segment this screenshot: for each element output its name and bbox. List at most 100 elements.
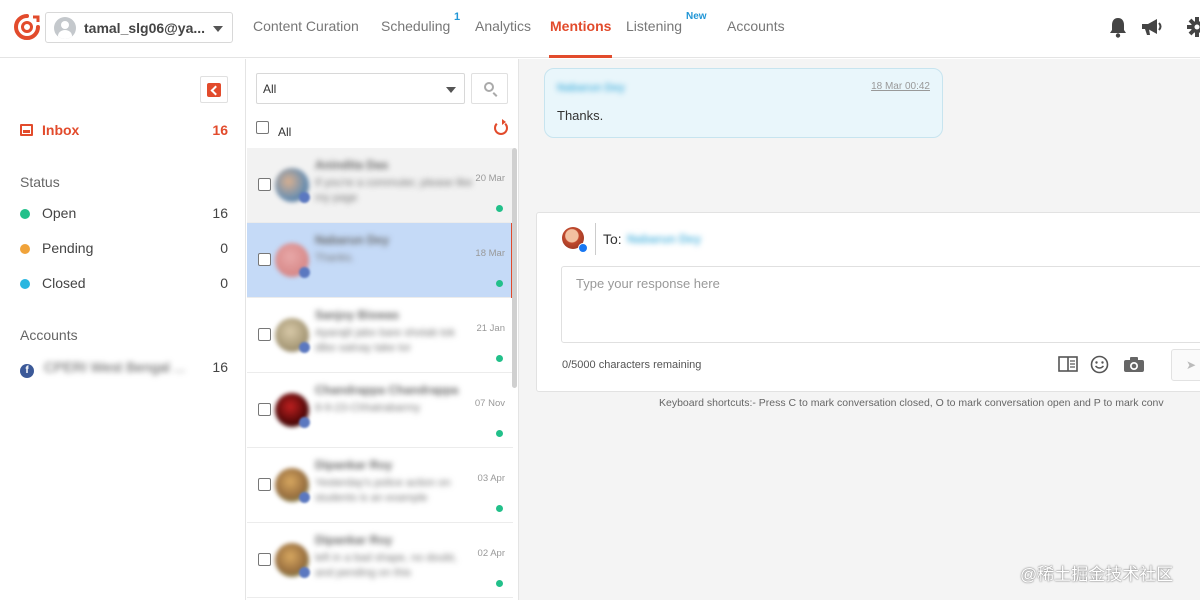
- active-tab-indicator: [549, 55, 612, 58]
- conversation-checkbox[interactable]: [258, 328, 271, 341]
- facebook-icon: f: [20, 364, 34, 378]
- conversation-date: 18 Mar: [475, 248, 505, 259]
- refresh-icon[interactable]: [494, 119, 508, 135]
- sidebar-item-label: Closed: [42, 275, 86, 291]
- conversation-checkbox[interactable]: [258, 403, 271, 416]
- status-dot-icon: [20, 209, 30, 219]
- top-navigation-bar: tamal_slg06@ya... Content Curation Sched…: [0, 0, 1200, 58]
- inbox-icon: [20, 124, 33, 136]
- conversation-item[interactable]: Sanjoy Biswas Aparajit jabo bare shotab …: [247, 298, 513, 373]
- conversation-preview: Aparajit jabo bare shotab tok dibo satna…: [315, 327, 456, 354]
- select-all-checkbox[interactable]: [256, 121, 269, 134]
- camera-icon[interactable]: [1123, 356, 1145, 373]
- account-selector[interactable]: tamal_slg06@ya...: [45, 12, 233, 43]
- conversation-item[interactable]: Chandrappa Chandrappa 8-9-23-Chhatrabarm…: [247, 373, 513, 448]
- sidebar-item-label: Inbox: [42, 122, 80, 138]
- sidebar-item-account[interactable]: f CPERI West Bengal ... 16: [20, 359, 230, 378]
- to-label: To:: [603, 231, 622, 247]
- conversation-date: 02 Apr: [477, 548, 505, 559]
- open-status-dot: [496, 430, 503, 437]
- conversation-date: 07 Nov: [474, 398, 505, 409]
- pending-count: 0: [220, 240, 228, 256]
- conversation-thread-panel: Nabarun Dey 18 Mar 00:42 Thanks. To: Nab…: [518, 59, 1200, 600]
- conversation-checkbox[interactable]: [258, 253, 271, 266]
- sidebar-item-inbox[interactable]: Inbox 16: [20, 122, 230, 138]
- conversation-list-panel: All All Anindita Das If you're a commute…: [247, 59, 517, 600]
- template-book-icon[interactable]: [1058, 356, 1078, 372]
- response-input[interactable]: [561, 266, 1200, 343]
- app-logo[interactable]: [14, 14, 40, 40]
- message-author[interactable]: Nabarun Dey: [557, 82, 625, 94]
- collapse-sidebar-button[interactable]: [200, 76, 228, 103]
- conversation-preview: Thanks.: [315, 252, 355, 264]
- conversation-item[interactable]: Dipankar Roy left in a bad shape, no dou…: [247, 523, 513, 598]
- megaphone-icon[interactable]: [1140, 16, 1164, 38]
- chevron-down-icon: [446, 87, 456, 93]
- conversation-checkbox[interactable]: [258, 478, 271, 491]
- message-timestamp[interactable]: 18 Mar 00:42: [871, 81, 930, 92]
- conversation-preview: left in a bad shape, no doubt, and pendi…: [315, 552, 457, 579]
- open-count: 16: [212, 205, 228, 221]
- sidebar-item-label: Pending: [42, 240, 94, 256]
- conversation-date: 20 Mar: [475, 173, 505, 184]
- scheduling-count-badge: 1: [454, 11, 461, 23]
- keyboard-shortcuts-hint: Keyboard shortcuts:- Press C to mark con…: [659, 397, 1164, 409]
- sidebar-item-label: Open: [42, 205, 77, 221]
- facebook-badge-icon: [299, 417, 310, 428]
- watermark: @稀土掘金技术社区: [1020, 565, 1174, 584]
- conversation-name: Anindita Das: [315, 158, 389, 172]
- facebook-badge-icon: [299, 342, 310, 353]
- conversation-date: 21 Jan: [476, 323, 505, 334]
- conversation-list: Anindita Das If you're a commuter, pleas…: [247, 148, 517, 600]
- send-icon: ➤: [1186, 358, 1197, 372]
- sidebar-item-closed[interactable]: Closed 0: [20, 275, 230, 291]
- user-avatar-icon: [54, 17, 76, 39]
- nav-mentions[interactable]: Mentions: [550, 18, 611, 34]
- emoji-icon[interactable]: [1090, 355, 1109, 374]
- nav-content-curation[interactable]: Content Curation: [253, 18, 359, 34]
- nav-analytics[interactable]: Analytics: [475, 18, 531, 34]
- select-all-label: All: [278, 125, 292, 139]
- filter-dropdown-value: All: [263, 82, 277, 96]
- inbox-count: 16: [212, 122, 228, 138]
- open-status-dot: [496, 505, 503, 512]
- bell-icon[interactable]: [1108, 16, 1128, 38]
- search-button[interactable]: [471, 73, 508, 104]
- facebook-badge-icon: [578, 243, 588, 253]
- status-heading: Status: [20, 174, 60, 190]
- conversation-item[interactable]: Anindita Das If you're a commuter, pleas…: [247, 148, 513, 223]
- list-scrollbar[interactable]: [512, 148, 517, 388]
- characters-remaining: 0/5000 characters remaining: [562, 359, 702, 371]
- divider: [595, 223, 596, 255]
- nav-scheduling[interactable]: Scheduling: [381, 18, 450, 34]
- sidebar-item-open[interactable]: Open 16: [20, 205, 230, 221]
- conversation-item[interactable]: Dipankar Roy Yesterday's police action o…: [247, 448, 513, 523]
- reply-box: To: Nabarun Dey 0/5000 characters remain…: [536, 212, 1200, 392]
- open-status-dot: [496, 280, 503, 287]
- conversation-date: 03 Apr: [477, 473, 505, 484]
- facebook-badge-icon: [299, 567, 310, 578]
- nav-listening[interactable]: Listening: [626, 18, 682, 34]
- conversation-preview: Yesterday's police action on students is…: [315, 477, 451, 504]
- status-dot-icon: [20, 279, 30, 289]
- conversation-name: Dipankar Roy: [315, 458, 393, 472]
- status-dot-icon: [20, 244, 30, 254]
- sidebar-item-pending[interactable]: Pending 0: [20, 240, 230, 256]
- closed-count: 0: [220, 275, 228, 291]
- open-status-dot: [496, 580, 503, 587]
- conversation-checkbox[interactable]: [258, 553, 271, 566]
- conversation-name: Dipankar Roy: [315, 533, 393, 547]
- inbox-sidebar: Inbox 16 Status Open 16 Pending 0 Closed…: [0, 59, 246, 600]
- nav-accounts[interactable]: Accounts: [727, 18, 785, 34]
- filter-dropdown[interactable]: All: [256, 73, 465, 104]
- conversation-checkbox[interactable]: [258, 178, 271, 191]
- account-name: CPERI West Bengal ...: [44, 359, 186, 375]
- facebook-badge-icon: [299, 267, 310, 278]
- account-selector-label: tamal_slg06@ya...: [84, 20, 206, 36]
- accounts-heading: Accounts: [20, 327, 78, 343]
- facebook-badge-icon: [299, 192, 310, 203]
- conversation-item-selected[interactable]: Nabarun Dey Thanks. 18 Mar: [247, 223, 513, 298]
- send-button[interactable]: ➤: [1171, 349, 1200, 381]
- chevron-left-icon: [207, 83, 221, 97]
- gear-icon[interactable]: [1186, 16, 1200, 38]
